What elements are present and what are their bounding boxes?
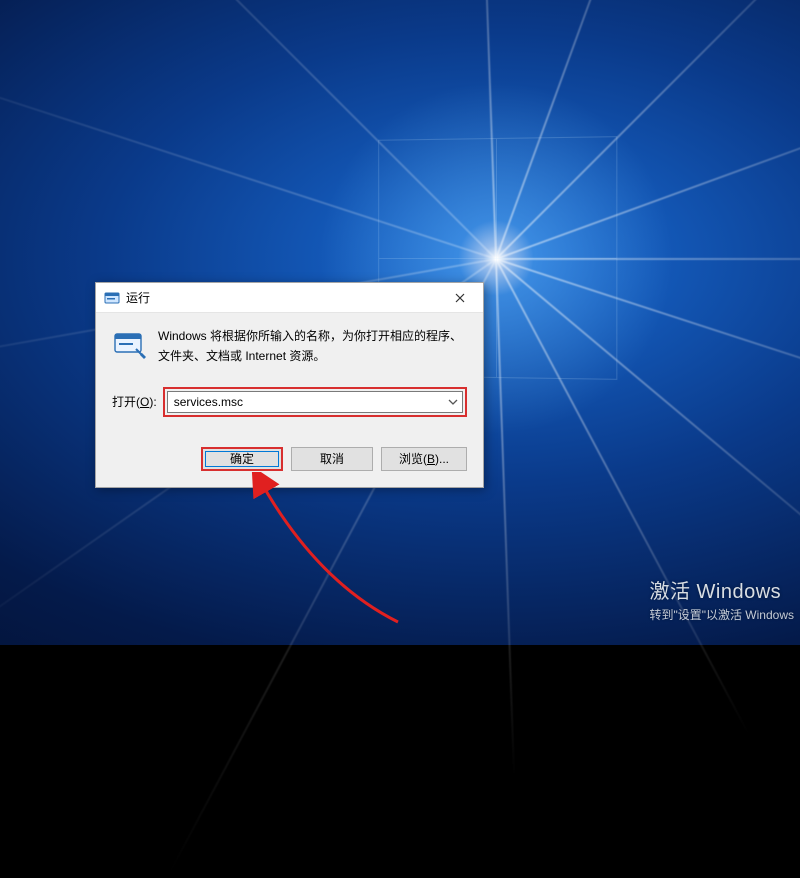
ok-button[interactable]: 确定 [201,447,283,471]
run-dialog-icon [112,327,146,361]
chevron-down-icon[interactable] [444,392,462,412]
browse-button[interactable]: 浏览(B)... [381,447,467,471]
titlebar[interactable]: 运行 [96,283,483,313]
watermark-title: 激活 Windows [649,575,794,604]
open-combobox[interactable] [167,391,463,413]
run-titlebar-icon [104,290,120,306]
open-input[interactable] [168,392,444,412]
activation-watermark: 激活 Windows 转到"设置"以激活 Windows [649,575,794,623]
button-row: 确定 取消 浏览(B)... [96,427,483,487]
run-dialog: 运行 Windows 将根据你所输入的名称，为你打开相应的程序、文件夹、文档或 … [95,282,484,488]
open-label: 打开(O): [112,393,157,410]
open-input-highlight [163,387,467,417]
close-button[interactable] [437,283,483,313]
watermark-subtitle: 转到"设置"以激活 Windows [649,606,794,623]
dialog-description: Windows 将根据你所输入的名称，为你打开相应的程序、文件夹、文档或 Int… [158,327,467,367]
cancel-button[interactable]: 取消 [291,447,373,471]
dialog-title: 运行 [126,289,437,306]
